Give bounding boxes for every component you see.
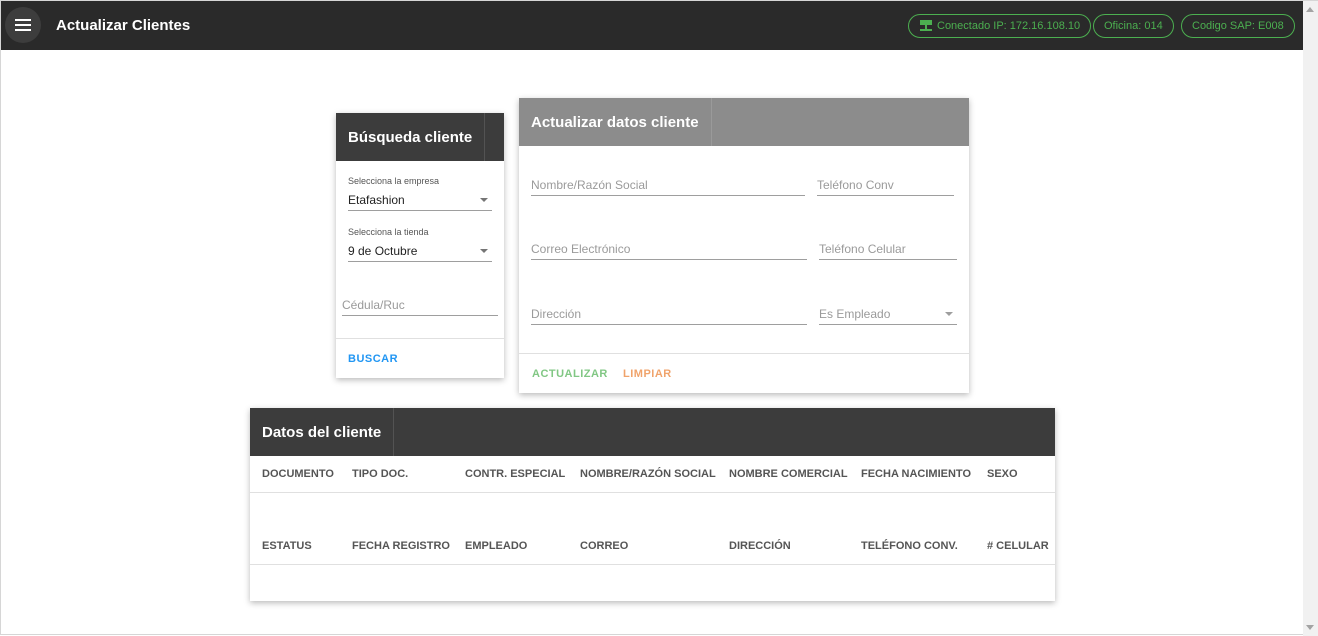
column-header: TIPO DOC. xyxy=(352,468,409,480)
direccion-input[interactable]: Dirección xyxy=(531,303,807,325)
update-client-card: Actualizar datos cliente Nombre/Razón So… xyxy=(519,98,969,393)
network-icon xyxy=(920,20,932,31)
update-button[interactable]: ACTUALIZAR xyxy=(532,368,608,380)
client-data-title: Datos del cliente xyxy=(262,408,395,456)
column-header: # CELULAR xyxy=(987,540,1049,552)
column-header: NOMBRE/RAZÓN SOCIAL xyxy=(580,468,716,480)
update-card-title: Actualizar datos cliente xyxy=(531,98,712,146)
empresa-label: Selecciona la empresa xyxy=(348,176,440,186)
office-text: Oficina: 014 xyxy=(1104,20,1163,32)
empresa-value: Etafashion xyxy=(348,193,405,207)
update-card-actions: ACTUALIZAR LIMPIAR xyxy=(519,353,969,393)
column-header: TELÉFONO CONV. xyxy=(861,540,958,552)
nombre-input[interactable]: Nombre/Razón Social xyxy=(531,174,805,196)
table-divider xyxy=(250,492,1055,493)
chevron-down-icon xyxy=(945,312,953,316)
telefono-celular-placeholder: Teléfono Celular xyxy=(819,242,906,256)
scroll-up-arrow-icon[interactable] xyxy=(1306,7,1314,12)
vertical-scrollbar[interactable] xyxy=(1303,1,1318,636)
column-header: CORREO xyxy=(580,540,629,552)
chevron-down-icon xyxy=(480,198,488,202)
search-button[interactable]: BUSCAR xyxy=(348,353,398,365)
es-empleado-placeholder: Es Empleado xyxy=(819,307,891,321)
client-data-header: Datos del cliente xyxy=(250,408,1055,456)
scroll-down-arrow-icon[interactable] xyxy=(1306,625,1314,630)
top-app-bar: Actualizar Clientes Conectado IP: 172.16… xyxy=(1,1,1303,50)
column-header: NOMBRE COMERCIAL xyxy=(729,468,848,480)
column-header: FECHA REGISTRO xyxy=(352,540,450,552)
tienda-label: Selecciona la tienda xyxy=(348,227,429,237)
column-header: FECHA NACIMIENTO xyxy=(861,468,971,480)
page-title: Actualizar Clientes xyxy=(56,17,191,34)
search-client-card: Búsqueda cliente Selecciona la empresa E… xyxy=(336,113,504,378)
search-card-title: Búsqueda cliente xyxy=(348,113,486,161)
menu-icon xyxy=(15,19,31,31)
column-header: DIRECCIÓN xyxy=(729,540,791,552)
client-data-card: Datos del cliente DOCUMENTO TIPO DOC. CO… xyxy=(250,408,1055,601)
table-divider xyxy=(250,564,1055,565)
cedula-input[interactable]: Cédula/Ruc xyxy=(342,294,498,316)
column-header: SEXO xyxy=(987,468,1018,480)
app-window: Actualizar Clientes Conectado IP: 172.16… xyxy=(0,0,1318,636)
office-chip: Oficina: 014 xyxy=(1093,14,1174,38)
telefono-conv-placeholder: Teléfono Conv xyxy=(817,178,894,192)
es-empleado-select[interactable]: Es Empleado xyxy=(819,303,957,325)
connection-text: Conectado IP: 172.16.108.10 xyxy=(937,20,1081,32)
correo-input[interactable]: Correo Electrónico xyxy=(531,238,807,260)
tienda-select[interactable]: Selecciona la tienda 9 de Octubre xyxy=(348,227,492,262)
search-card-actions: BUSCAR xyxy=(336,338,504,378)
column-header: ESTATUS xyxy=(262,540,312,552)
column-header: DOCUMENTO xyxy=(262,468,334,480)
sap-chip: Codigo SAP: E008 xyxy=(1181,14,1295,38)
column-header: EMPLEADO xyxy=(465,540,528,552)
correo-placeholder: Correo Electrónico xyxy=(531,242,631,256)
cedula-placeholder: Cédula/Ruc xyxy=(342,298,405,312)
update-card-header: Actualizar datos cliente xyxy=(519,98,969,146)
menu-button[interactable] xyxy=(5,7,41,43)
nombre-placeholder: Nombre/Razón Social xyxy=(531,178,648,192)
column-header: CONTR. ESPECIAL xyxy=(465,468,566,480)
sap-text: Codigo SAP: E008 xyxy=(1192,20,1284,32)
tienda-value: 9 de Octubre xyxy=(348,244,418,258)
search-card-header: Búsqueda cliente xyxy=(336,113,504,161)
direccion-placeholder: Dirección xyxy=(531,307,582,321)
telefono-conv-input[interactable]: Teléfono Conv xyxy=(817,174,954,196)
clear-button[interactable]: LIMPIAR xyxy=(623,368,672,380)
chevron-down-icon xyxy=(480,249,488,253)
telefono-celular-input[interactable]: Teléfono Celular xyxy=(819,238,957,260)
connection-chip: Conectado IP: 172.16.108.10 xyxy=(908,14,1092,38)
empresa-select[interactable]: Selecciona la empresa Etafashion xyxy=(348,176,492,211)
